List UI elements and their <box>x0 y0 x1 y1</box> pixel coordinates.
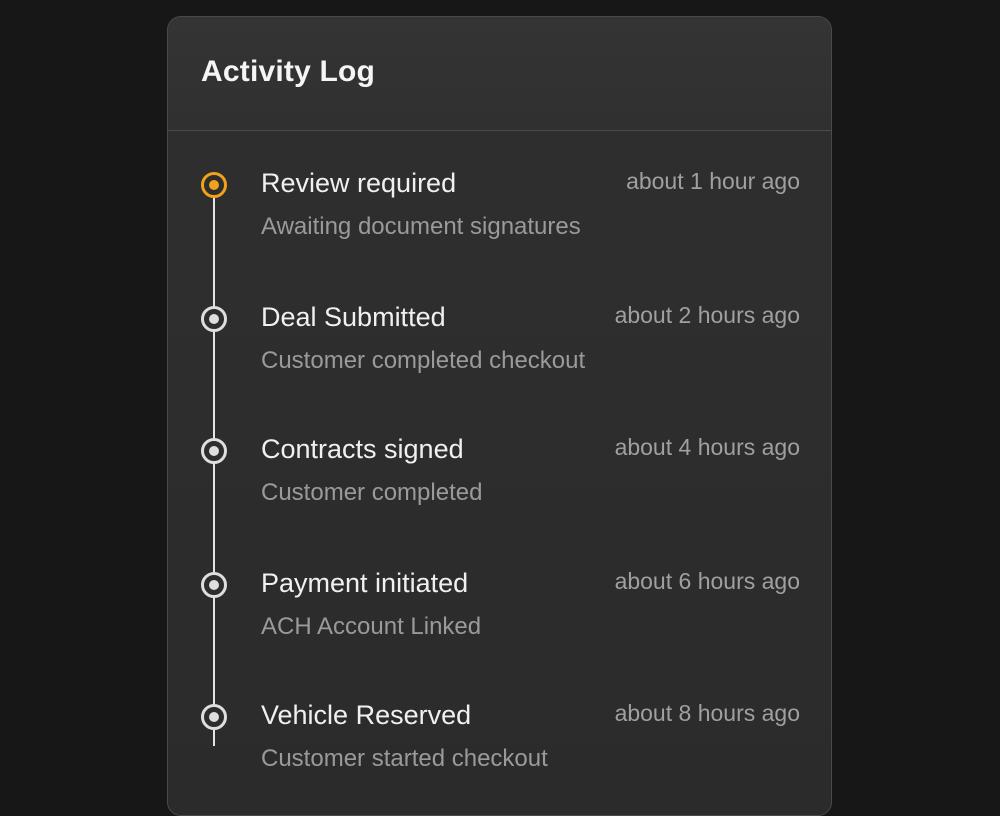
panel-header: Activity Log <box>168 17 831 131</box>
activity-item-deal-submitted: Deal Submitted about 2 hours ago Custome… <box>168 265 831 385</box>
activity-title: Contracts signed <box>261 434 464 464</box>
panel-title: Activity Log <box>201 55 376 88</box>
status-marker-icon <box>201 172 227 198</box>
activity-title: Payment initiated <box>261 568 469 598</box>
activity-item-vehicle-reserved: Vehicle Reserved about 8 hours ago Custo… <box>168 663 831 783</box>
activity-title: Review required <box>261 168 457 198</box>
activity-timestamp: about 6 hours ago <box>614 568 800 594</box>
activity-subtitle: Customer completed <box>261 479 483 506</box>
activity-timestamp: about 2 hours ago <box>614 302 800 328</box>
activity-item-contracts-signed: Contracts signed about 4 hours ago Custo… <box>168 397 831 517</box>
status-marker-icon <box>201 306 227 332</box>
status-marker-icon <box>201 704 227 730</box>
activity-timestamp: about 8 hours ago <box>614 700 800 726</box>
activity-title: Deal Submitted <box>261 302 446 332</box>
activity-subtitle: Customer completed checkout <box>261 347 586 374</box>
activity-item-payment-initiated: Payment initiated about 6 hours ago ACH … <box>168 531 831 651</box>
activity-timestamp: about 4 hours ago <box>614 434 800 460</box>
activity-title: Vehicle Reserved <box>261 700 472 730</box>
activity-subtitle: Customer started checkout <box>261 745 548 772</box>
activity-subtitle: Awaiting document signatures <box>261 213 581 240</box>
status-marker-icon <box>201 438 227 464</box>
activity-subtitle: ACH Account Linked <box>261 613 482 640</box>
activity-timestamp: about 1 hour ago <box>626 168 800 194</box>
activity-item-review-required: Review required about 1 hour ago Awaitin… <box>168 131 831 251</box>
activity-log-panel: Activity Log Review required about 1 hou… <box>167 16 832 816</box>
status-marker-icon <box>201 572 227 598</box>
